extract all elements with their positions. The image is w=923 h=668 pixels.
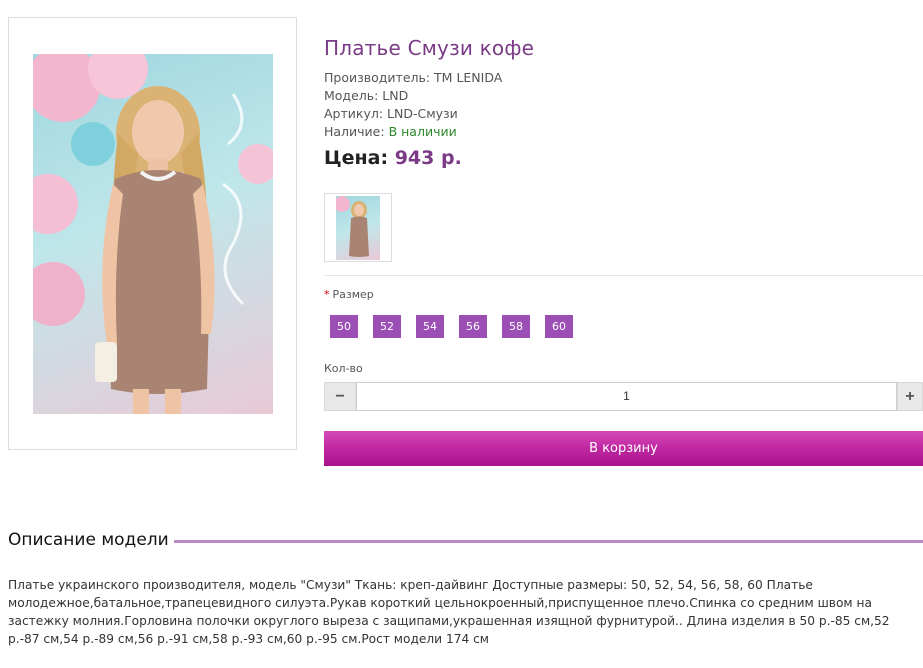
- size-option-56[interactable]: 56: [459, 315, 487, 338]
- availability: Наличие: В наличии: [324, 124, 457, 139]
- manufacturer: Производитель: ТМ LENIDA: [324, 70, 503, 85]
- product-thumbnail[interactable]: [324, 193, 392, 262]
- product-main-image[interactable]: [33, 54, 273, 414]
- quantity-plus-button[interactable]: +: [897, 382, 923, 411]
- size-option-50[interactable]: 50: [330, 315, 358, 338]
- model: Модель: LND: [324, 88, 409, 103]
- required-mark: *: [324, 288, 330, 301]
- availability-value: В наличии: [388, 124, 457, 139]
- availability-label: Наличие:: [324, 124, 385, 139]
- size-label-text: Размер: [332, 288, 374, 301]
- quantity-label: Кол-во: [324, 362, 363, 375]
- size-options: 50 52 54 56 58 60: [330, 315, 573, 338]
- sku: Артикул: LND-Смузи: [324, 106, 458, 121]
- size-option-58[interactable]: 58: [502, 315, 530, 338]
- price: Цена: 943 р.: [324, 147, 462, 169]
- description-heading-line: [174, 540, 923, 543]
- quantity-stepper: − 1 +: [324, 382, 923, 411]
- price-value: 943 р.: [394, 147, 462, 169]
- size-option-60[interactable]: 60: [545, 315, 573, 338]
- separator: [324, 275, 923, 276]
- size-label: * Размер: [324, 288, 374, 301]
- description-text: Платье украинского производителя, модель…: [8, 578, 890, 646]
- quantity-input[interactable]: 1: [356, 382, 897, 411]
- product-title: Платье Смузи кофе: [324, 36, 535, 60]
- price-label: Цена:: [324, 147, 389, 169]
- size-option-52[interactable]: 52: [373, 315, 401, 338]
- description-heading: Описание модели: [8, 530, 169, 550]
- add-to-cart-button[interactable]: В корзину: [324, 431, 923, 466]
- size-option-54[interactable]: 54: [416, 315, 444, 338]
- thumbnail-image: [336, 196, 380, 260]
- product-image-frame: [8, 17, 297, 450]
- quantity-minus-button[interactable]: −: [324, 382, 356, 411]
